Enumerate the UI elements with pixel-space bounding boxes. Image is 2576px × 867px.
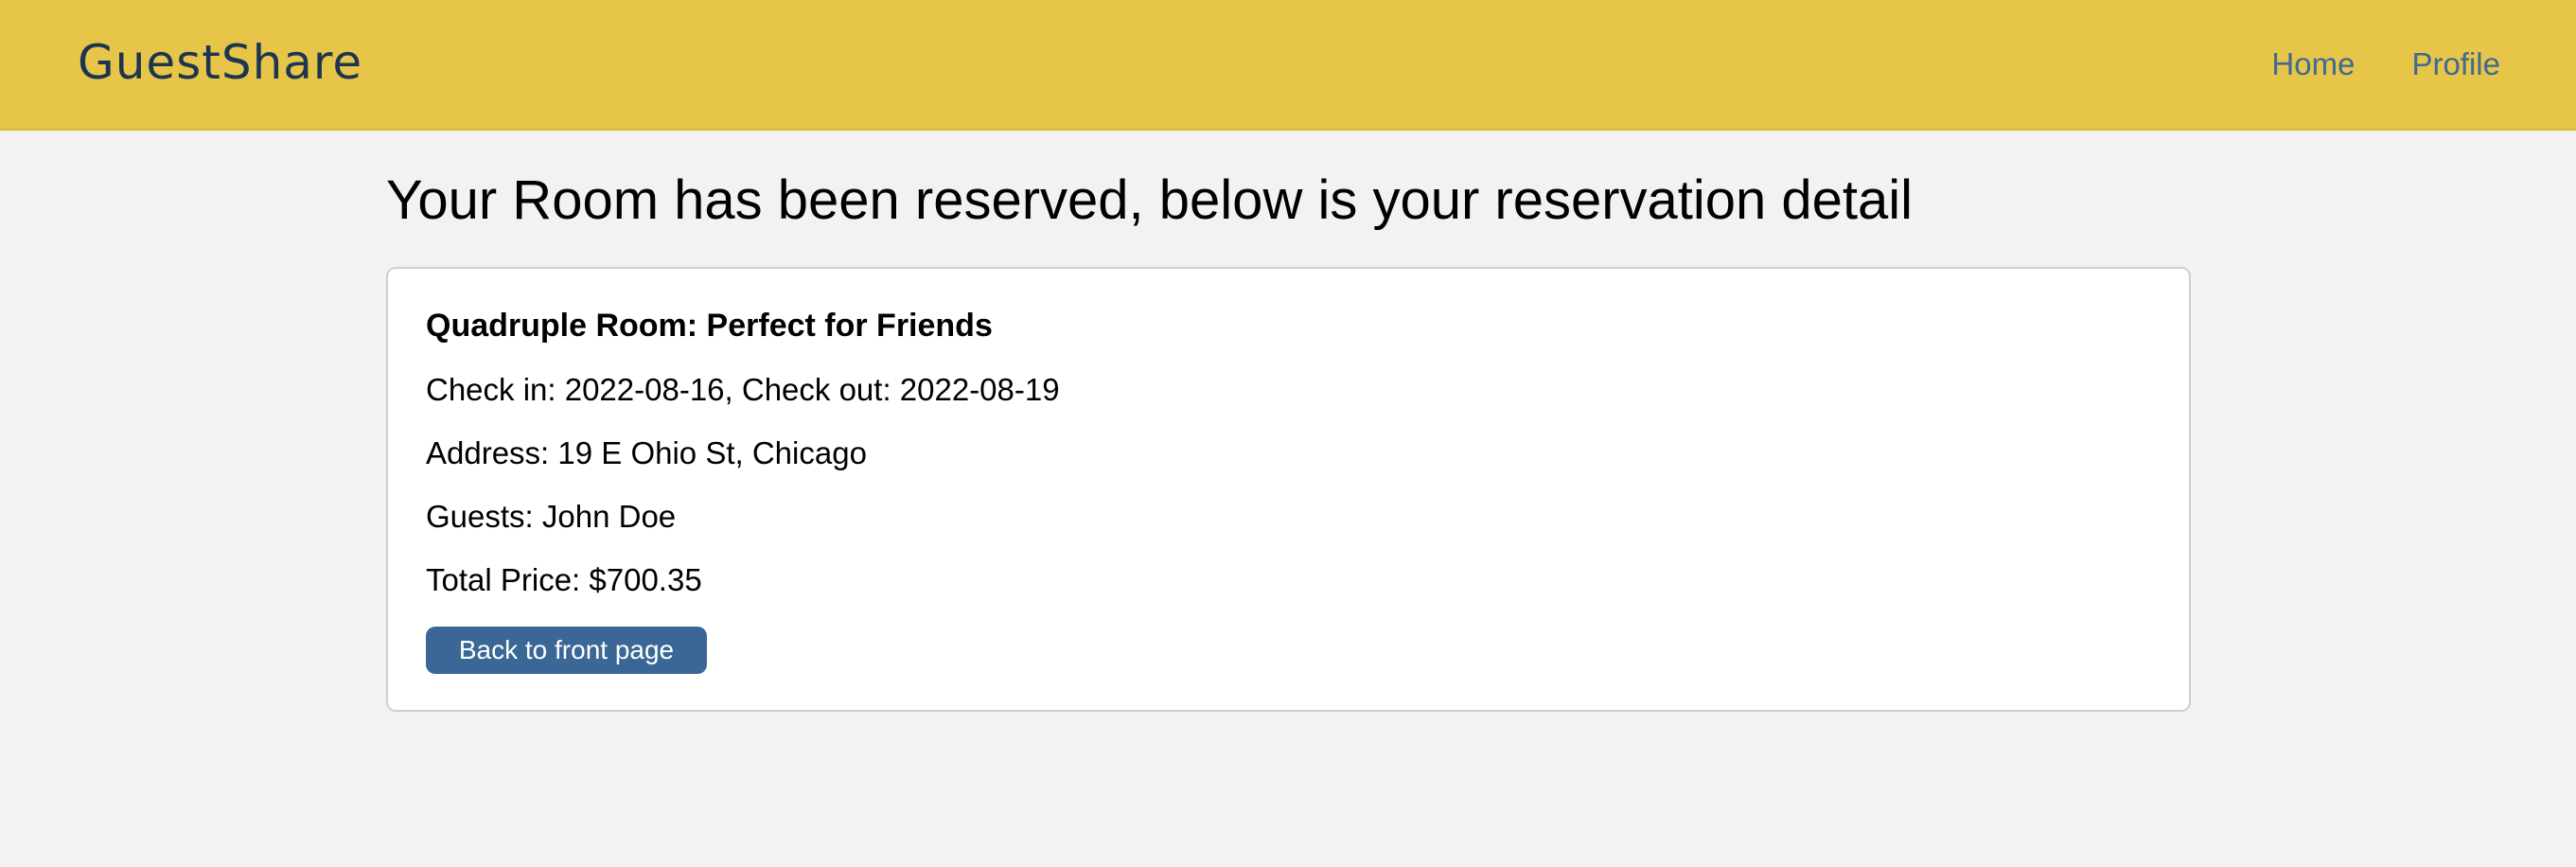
main-nav: Home Profile [2271,42,2500,87]
reservation-total-price: Total Price: $700.35 [426,562,702,597]
page-title: Your Room has been reserved, below is yo… [386,169,1914,231]
nav-link-home[interactable]: Home [2271,42,2355,87]
reservation-address: Address: 19 E Ohio St, Chicago [426,435,867,470]
top-navbar: GuestShare Home Profile [0,0,2576,131]
back-to-front-page-button[interactable]: Back to front page [426,627,707,674]
room-title: Quadruple Room: Perfect for Friends [426,308,993,344]
brand-logo[interactable]: GuestShare [78,32,362,93]
reservation-dates: Check in: 2022-08-16, Check out: 2022-08… [426,372,1060,407]
reservation-card: Quadruple Room: Perfect for Friends Chec… [386,267,2191,712]
nav-link-profile[interactable]: Profile [2411,42,2500,87]
reservation-guests: Guests: John Doe [426,499,677,534]
